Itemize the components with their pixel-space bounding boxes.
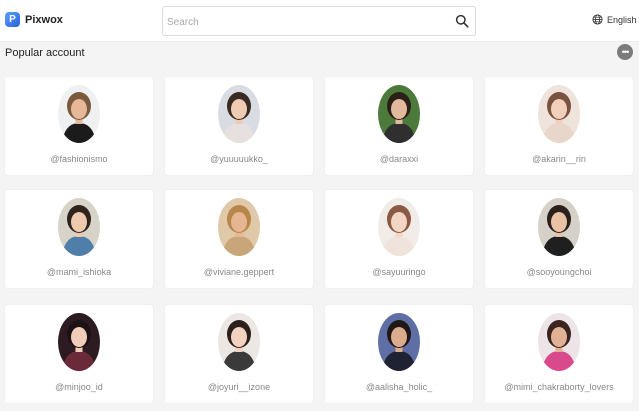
language-label: English xyxy=(607,14,637,25)
logo-icon: P xyxy=(5,12,20,27)
avatar[interactable] xyxy=(218,313,260,371)
account-handle[interactable]: @mami_ishioka xyxy=(5,267,153,277)
more-options-button[interactable]: ••• xyxy=(617,44,633,60)
search-icon[interactable] xyxy=(455,14,469,28)
app-name: Pixwox xyxy=(25,13,63,26)
account-card[interactable]: @minjoo_id xyxy=(5,305,153,403)
account-card[interactable]: @fashionismo xyxy=(5,77,153,175)
avatar[interactable] xyxy=(538,85,580,143)
account-card[interactable]: @viviane.geppert xyxy=(165,190,313,288)
avatar[interactable] xyxy=(218,85,260,143)
account-handle[interactable]: @fashionismo xyxy=(5,154,153,164)
account-card[interactable]: @yuuuuukko_ xyxy=(165,77,313,175)
account-card[interactable]: @sayuuringo xyxy=(325,190,473,288)
account-card[interactable]: @akarin__rin xyxy=(485,77,633,175)
language-selector[interactable]: English xyxy=(592,14,637,25)
search-bar[interactable] xyxy=(162,6,476,36)
logo[interactable]: P Pixwox xyxy=(5,12,63,27)
avatar[interactable] xyxy=(378,198,420,256)
avatar[interactable] xyxy=(58,313,100,371)
account-handle[interactable]: @sayuuringo xyxy=(325,267,473,277)
search-input[interactable] xyxy=(167,13,447,31)
account-card[interactable]: @daraxxi xyxy=(325,77,473,175)
account-handle[interactable]: @joyuri__izone xyxy=(165,382,313,392)
avatar[interactable] xyxy=(218,198,260,256)
avatar[interactable] xyxy=(538,313,580,371)
account-card[interactable]: @joyuri__izone xyxy=(165,305,313,403)
section-title: Popular account xyxy=(5,47,85,59)
globe-icon xyxy=(592,14,603,25)
account-handle[interactable]: @aalisha_holic_ xyxy=(325,382,473,392)
account-handle[interactable]: @daraxxi xyxy=(325,154,473,164)
account-card[interactable]: @aalisha_holic_ xyxy=(325,305,473,403)
more-horizontal-icon: ••• xyxy=(621,46,630,57)
account-handle[interactable]: @yuuuuukko_ xyxy=(165,154,313,164)
avatar[interactable] xyxy=(378,85,420,143)
account-card[interactable]: @sooyoungchoi xyxy=(485,190,633,288)
avatar[interactable] xyxy=(378,313,420,371)
account-handle[interactable]: @sooyoungchoi xyxy=(485,267,633,277)
account-card[interactable]: @mimi_chakraborty_lovers xyxy=(485,305,633,403)
avatar[interactable] xyxy=(58,85,100,143)
top-bar: P Pixwox English xyxy=(0,0,639,42)
account-handle[interactable]: @akarin__rin xyxy=(485,154,633,164)
account-handle[interactable]: @minjoo_id xyxy=(5,382,153,392)
avatar[interactable] xyxy=(58,198,100,256)
avatar[interactable] xyxy=(538,198,580,256)
account-handle[interactable]: @viviane.geppert xyxy=(165,267,313,277)
account-card[interactable]: @mami_ishioka xyxy=(5,190,153,288)
account-handle[interactable]: @mimi_chakraborty_lovers xyxy=(485,382,633,392)
